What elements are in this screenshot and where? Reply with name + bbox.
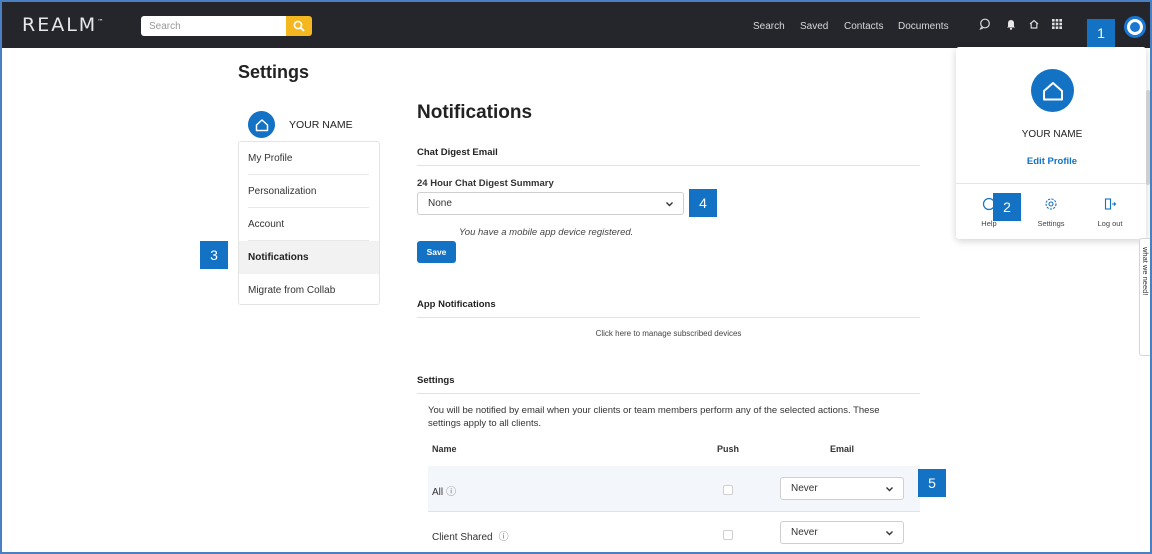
nav-saved[interactable]: Saved <box>800 21 828 32</box>
chevron-down-icon <box>886 487 893 492</box>
save-button[interactable]: Save <box>417 241 456 263</box>
app-notifications-heading: App Notifications <box>417 299 496 310</box>
user-name: YOUR NAME <box>289 119 353 131</box>
menu-item-account[interactable]: Account <box>239 208 379 241</box>
chat-icon[interactable] <box>976 15 994 33</box>
logout-button[interactable]: Log out <box>1090 219 1130 228</box>
nav-documents[interactable]: Documents <box>898 21 949 32</box>
menu-item-notifications[interactable]: Notifications <box>239 241 379 274</box>
chat-digest-heading: Chat Digest Email <box>417 147 498 158</box>
divider <box>956 183 1146 184</box>
nav-search[interactable]: Search <box>753 21 785 32</box>
mobile-device-note: You have a mobile app device registered. <box>459 227 634 238</box>
realm-logo[interactable]: REALM™ <box>22 14 103 36</box>
email-select-value: Never <box>791 483 818 494</box>
row-name: All ⓘ <box>432 483 456 498</box>
settings-menu: My Profile Personalization Account Notif… <box>238 141 380 305</box>
email-select-value: Never <box>791 527 818 538</box>
top-bar: REALM™ Search Saved Contacts Documents <box>0 0 1152 48</box>
column-header-email: Email <box>830 444 855 454</box>
settings-title: Settings <box>238 62 310 82</box>
menu-item-personalization[interactable]: Personalization <box>239 175 379 208</box>
push-checkbox-all[interactable] <box>723 485 733 495</box>
logo-trademark: ™ <box>97 18 104 26</box>
notifications-title: Notifications <box>417 102 533 123</box>
popup-avatar <box>1031 69 1074 112</box>
house-icon <box>255 118 268 131</box>
menu-item-my-profile[interactable]: My Profile <box>239 142 379 175</box>
row-name-text: All <box>432 487 444 498</box>
search-icon <box>293 20 305 32</box>
logo-text: REALM <box>22 14 98 36</box>
push-checkbox-client-shared[interactable] <box>723 530 733 540</box>
settings-button[interactable]: Settings <box>1031 219 1071 228</box>
user-avatar-button[interactable] <box>1124 16 1146 38</box>
menu-item-label: Notifications <box>248 252 309 263</box>
callout-badge-1: 1 <box>1087 19 1115 47</box>
house-icon <box>1042 81 1063 100</box>
settings-description: You will be notified by email when your … <box>428 405 880 429</box>
manage-devices-link[interactable]: Click here to manage subscribed devices <box>417 329 920 338</box>
search-input[interactable] <box>141 16 286 36</box>
menu-item-migrate-from-collab[interactable]: Migrate from Collab <box>239 274 379 307</box>
column-header-push: Push <box>717 444 740 454</box>
edit-profile-link[interactable]: Edit Profile <box>957 156 1147 167</box>
info-icon[interactable]: ⓘ <box>499 532 509 543</box>
menu-item-label: Migrate from Collab <box>248 285 336 296</box>
chat-digest-select[interactable]: None <box>417 192 684 215</box>
chevron-down-icon <box>886 531 893 536</box>
settings-section-heading: Settings <box>417 375 455 386</box>
chat-digest-value: None <box>428 198 452 209</box>
divider <box>417 393 920 394</box>
search-button[interactable] <box>286 16 312 36</box>
row-name-text: Client Shared <box>432 532 493 543</box>
nav-contacts[interactable]: Contacts <box>844 21 883 32</box>
chevron-down-icon <box>666 202 673 207</box>
bell-icon[interactable] <box>1002 15 1020 33</box>
popup-user-name: YOUR NAME <box>1021 129 1083 140</box>
callout-badge-3: 3 <box>200 241 228 269</box>
scrollbar-thumb[interactable] <box>1146 90 1150 185</box>
row-name: Client Shared ⓘ <box>432 528 509 543</box>
feedback-side-tab[interactable]: what we need! <box>1139 238 1152 356</box>
apps-grid-icon[interactable] <box>1048 15 1066 33</box>
menu-item-label: Account <box>248 219 285 230</box>
chat-digest-label: 24 Hour Chat Digest Summary <box>417 178 554 189</box>
settings-gear-icon[interactable] <box>1041 194 1061 214</box>
divider <box>417 165 920 166</box>
menu-item-label: Personalization <box>248 186 317 197</box>
email-select-all[interactable]: Never <box>780 477 904 500</box>
column-header-name: Name <box>432 444 457 454</box>
logout-icon[interactable] <box>1100 194 1120 214</box>
callout-badge-4: 4 <box>689 189 717 217</box>
menu-item-label: My Profile <box>248 153 293 164</box>
callout-badge-5: 5 <box>918 469 946 497</box>
home-icon[interactable] <box>1025 15 1043 33</box>
info-icon[interactable]: ⓘ <box>446 487 456 498</box>
email-select-client-shared[interactable]: Never <box>780 521 904 544</box>
user-avatar <box>248 111 275 138</box>
divider <box>417 317 920 318</box>
feedback-tab-label: what we need! <box>1141 247 1150 296</box>
callout-badge-2: 2 <box>993 193 1021 221</box>
